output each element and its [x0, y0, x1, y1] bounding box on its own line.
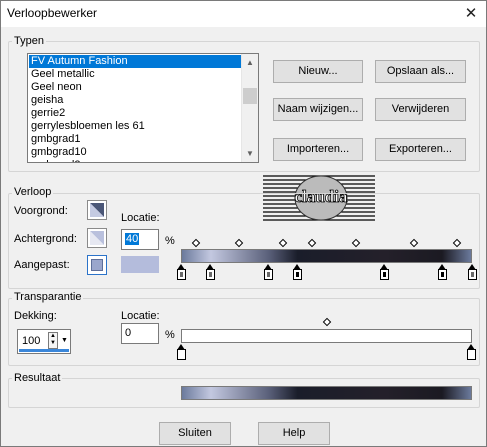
scroll-down-icon[interactable]: ▼ — [242, 145, 258, 162]
transparantie-group-label: Transparantie — [12, 291, 84, 303]
transparency-bar[interactable] — [181, 329, 472, 343]
list-item[interactable]: Geel neon — [29, 81, 241, 94]
list-item[interactable]: gmbgrad2 — [29, 159, 241, 162]
delete-button[interactable]: Verwijderen — [375, 98, 466, 121]
typen-group-label: Typen — [12, 35, 46, 47]
gradient-stop[interactable] — [380, 264, 390, 281]
list-item[interactable]: geisha — [29, 94, 241, 107]
transparency-stop-end[interactable] — [467, 344, 476, 361]
foreground-swatch[interactable] — [87, 200, 107, 220]
gradient-stop[interactable] — [467, 264, 477, 281]
list-scrollbar[interactable]: ▲ ▼ — [241, 54, 258, 162]
custom-swatch-fill — [91, 259, 103, 271]
gradient-stop[interactable] — [205, 264, 215, 281]
scroll-thumb[interactable] — [243, 88, 257, 104]
gradient-location-input[interactable]: 40 — [121, 229, 159, 250]
list-item[interactable]: gmbgrad1 — [29, 133, 241, 146]
verloop-group — [8, 193, 480, 289]
transparency-location-input[interactable]: 0 — [121, 323, 159, 344]
window-title: Verloopbewerker — [7, 6, 98, 20]
gradient-stop[interactable] — [176, 264, 186, 281]
gradient-stop[interactable] — [438, 264, 448, 281]
new-button[interactable]: Nieuw... — [273, 60, 363, 83]
gradient-stop[interactable] — [292, 264, 302, 281]
custom-swatch-button[interactable] — [87, 255, 107, 275]
list-item[interactable]: gmbgrad10 — [29, 146, 241, 159]
gradient-location-value: 40 — [125, 233, 140, 245]
dropdown-arrow-icon[interactable]: ▼ — [61, 337, 68, 344]
opacity-value: 100 — [22, 335, 41, 347]
opacity-spinner[interactable]: 100 ▲ ▼ ▼ — [17, 329, 71, 354]
list-item[interactable]: gerrie2 — [29, 107, 241, 120]
gradient-type-list[interactable]: FV Autumn Fashion Geel metallic Geel neon g… — [27, 53, 259, 163]
import-button[interactable]: Importeren... — [273, 138, 363, 161]
foreground-label: Voorgrond: — [14, 205, 68, 217]
custom-color-preview — [121, 256, 159, 273]
percent-label: % — [165, 235, 175, 247]
transparency-percent-label: % — [165, 329, 175, 341]
transparency-location-value: 0 — [125, 327, 132, 339]
background-label: Achtergrond: — [14, 233, 77, 245]
verloop-group-label: Verloop — [12, 186, 54, 198]
custom-label: Aangepast: — [14, 259, 70, 271]
title-bar: Verloopbewerker ✕ — [1, 1, 486, 27]
list-item[interactable]: Geel metallic — [29, 68, 241, 81]
transparency-location-label: Locatie: — [121, 310, 160, 322]
gradient-bar[interactable] — [181, 249, 472, 263]
save-as-button[interactable]: Opslaan als... — [375, 60, 466, 83]
gradient-stop[interactable] — [263, 264, 273, 281]
close-icon[interactable]: ✕ — [460, 4, 482, 24]
gradient-editor-window: Verloopbewerker ✕ Typen FV Autumn Fashio… — [0, 0, 487, 447]
list-item[interactable]: FV Autumn Fashion — [29, 55, 241, 68]
export-button[interactable]: Exporteren... — [375, 138, 466, 161]
location-label: Locatie: — [121, 212, 160, 224]
close-button[interactable]: Sluiten — [159, 422, 231, 445]
opacity-label: Dekking: — [14, 310, 57, 322]
rename-button[interactable]: Naam wijzigen... — [273, 98, 363, 121]
list-item[interactable]: gerrylesbloemen les 61 — [29, 120, 241, 133]
spin-arrows-icon[interactable]: ▲ ▼ — [48, 332, 58, 349]
result-gradient-preview — [181, 386, 472, 400]
help-button[interactable]: Help — [258, 422, 330, 445]
scroll-up-icon[interactable]: ▲ — [242, 54, 258, 71]
transparency-stop-start[interactable] — [177, 344, 186, 361]
resultaat-group-label: Resultaat — [12, 372, 63, 384]
opacity-underline — [19, 349, 69, 352]
background-swatch[interactable] — [87, 228, 107, 248]
